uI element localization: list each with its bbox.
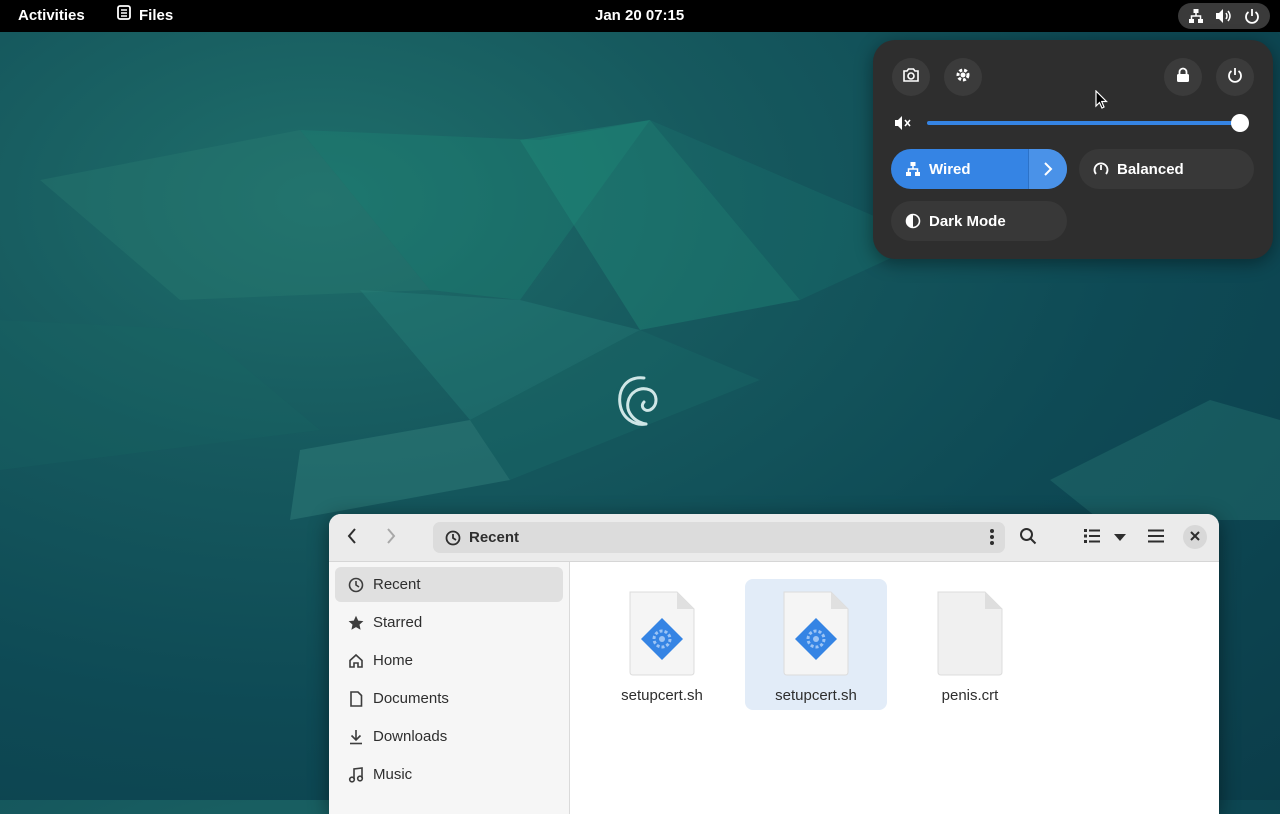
location-label: Recent bbox=[469, 529, 520, 546]
dropdown-arrow-icon bbox=[1114, 529, 1126, 547]
files-app-icon bbox=[117, 0, 131, 32]
gear-icon bbox=[954, 66, 972, 89]
sidebar-item-label: Starred bbox=[373, 614, 423, 631]
clock[interactable]: Jan 20 07:15 bbox=[595, 0, 684, 32]
screenshot-button[interactable] bbox=[892, 58, 930, 96]
sidebar-item-home[interactable]: Home bbox=[335, 643, 563, 678]
wired-menu-arrow[interactable] bbox=[1028, 149, 1067, 189]
app-menu-label: Files bbox=[139, 7, 174, 24]
back-button[interactable] bbox=[336, 522, 368, 554]
sidebar-item-music[interactable]: Music bbox=[335, 757, 563, 792]
dark-mode-toggle[interactable]: Dark Mode bbox=[891, 201, 1067, 241]
star-icon bbox=[347, 615, 365, 631]
sidebar-item-label: Music bbox=[373, 766, 413, 783]
mouse-cursor-icon bbox=[1095, 90, 1108, 109]
script-file-icon bbox=[627, 590, 697, 681]
sidebar-item-label: Documents bbox=[373, 690, 449, 707]
power-icon bbox=[1227, 67, 1243, 88]
sidebar-item-label: Downloads bbox=[373, 728, 448, 745]
sidebar-item-recent[interactable]: Recent bbox=[335, 567, 563, 602]
camera-icon bbox=[902, 67, 920, 88]
volume-muted-icon[interactable] bbox=[893, 113, 913, 138]
view-options-button[interactable] bbox=[1105, 522, 1135, 554]
music-icon bbox=[347, 766, 365, 783]
sidebar-item-starred[interactable]: Starred bbox=[335, 605, 563, 640]
power-icon bbox=[1244, 8, 1260, 24]
list-view-icon bbox=[1084, 528, 1100, 548]
volume-icon bbox=[1215, 8, 1233, 24]
file-item[interactable]: setupcert.sh bbox=[591, 579, 733, 710]
header-bar: Recent bbox=[329, 514, 1219, 562]
clock-icon bbox=[347, 577, 365, 593]
debian-logo bbox=[618, 376, 658, 426]
download-icon bbox=[347, 729, 365, 745]
power-mode-toggle[interactable]: Balanced bbox=[1079, 149, 1254, 189]
dark-mode-label: Dark Mode bbox=[929, 212, 1006, 230]
settings-button[interactable] bbox=[944, 58, 982, 96]
sidebar-item-documents[interactable]: Documents bbox=[335, 681, 563, 716]
power-off-button[interactable] bbox=[1216, 58, 1254, 96]
lock-icon bbox=[1176, 67, 1190, 88]
volume-slider-knob[interactable] bbox=[1231, 114, 1249, 132]
dark-mode-icon bbox=[905, 213, 921, 229]
file-name: setupcert.sh bbox=[621, 687, 703, 704]
document-icon bbox=[347, 690, 365, 707]
file-name: setupcert.sh bbox=[775, 687, 857, 704]
network-wired-icon bbox=[905, 161, 921, 177]
hamburger-menu-icon bbox=[1148, 529, 1164, 548]
wired-label: Wired bbox=[929, 160, 971, 178]
activities-button[interactable]: Activities bbox=[18, 0, 85, 32]
home-icon bbox=[347, 653, 365, 669]
file-view: setupcert.sh setupcert.sh penis.crt bbox=[570, 562, 1219, 814]
network-wired-icon bbox=[1188, 8, 1204, 24]
clock-icon bbox=[445, 530, 461, 546]
lock-button[interactable] bbox=[1164, 58, 1202, 96]
view-list-button[interactable] bbox=[1076, 522, 1108, 554]
vertical-dots-icon[interactable] bbox=[989, 528, 995, 546]
file-item-selected[interactable]: setupcert.sh bbox=[745, 579, 887, 710]
chevron-left-icon bbox=[347, 527, 357, 549]
app-menu-files[interactable]: Files bbox=[117, 0, 173, 32]
sidebar-item-label: Home bbox=[373, 652, 414, 669]
sidebar-item-downloads[interactable]: Downloads bbox=[335, 719, 563, 754]
script-file-icon bbox=[781, 590, 851, 681]
volume-control bbox=[893, 113, 1253, 133]
top-bar: Activities Files Jan 20 07:15 bbox=[0, 0, 1280, 32]
search-button[interactable] bbox=[1012, 522, 1044, 554]
quick-settings-menu: Wired Balanced Dark Mode bbox=[873, 40, 1273, 259]
file-name: penis.crt bbox=[941, 687, 999, 704]
main-menu-button[interactable] bbox=[1140, 522, 1172, 554]
file-item[interactable]: penis.crt bbox=[899, 579, 1041, 710]
sidebar: Recent Starred Home Documents Downloads bbox=[329, 562, 570, 814]
files-window: Recent Recent Starred Home Documents Dow… bbox=[329, 514, 1219, 814]
wired-toggle[interactable]: Wired bbox=[891, 149, 1067, 189]
speedometer-icon bbox=[1093, 161, 1109, 177]
volume-slider[interactable] bbox=[927, 121, 1241, 125]
close-icon bbox=[1190, 528, 1200, 546]
forward-button[interactable] bbox=[375, 522, 407, 554]
system-menu-button[interactable] bbox=[1178, 3, 1270, 29]
search-icon bbox=[1019, 527, 1037, 550]
generic-file-icon bbox=[935, 590, 1005, 681]
sidebar-item-label: Recent bbox=[373, 576, 421, 593]
close-button[interactable] bbox=[1183, 525, 1207, 549]
chevron-right-icon bbox=[386, 527, 396, 549]
location-bar[interactable]: Recent bbox=[433, 522, 1005, 553]
power-mode-label: Balanced bbox=[1117, 160, 1184, 178]
